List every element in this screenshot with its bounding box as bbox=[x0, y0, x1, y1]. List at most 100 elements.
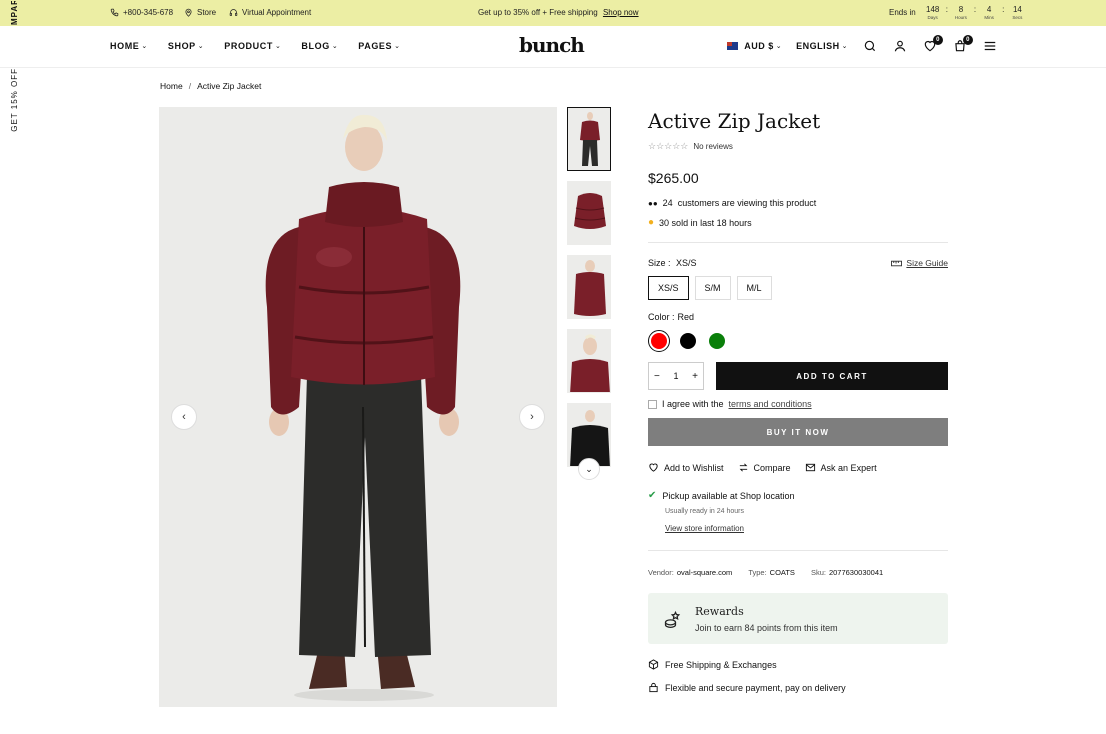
terms-link[interactable]: terms and conditions bbox=[729, 399, 812, 409]
main-nav: HOME ⌄ SHOP ⌄ PRODUCT ⌄ BLOG ⌄ PAGES ⌄ bbox=[110, 41, 401, 51]
breadcrumb-home[interactable]: Home bbox=[160, 81, 183, 91]
nav-pages[interactable]: PAGES ⌄ bbox=[358, 41, 400, 51]
site-header: HOME ⌄ SHOP ⌄ PRODUCT ⌄ BLOG ⌄ PAGES ⌄ bunch … bbox=[0, 26, 1106, 68]
compare-side-tab[interactable]: MPARE bbox=[10, 1, 19, 25]
chevron-down-icon: ⌄ bbox=[841, 43, 848, 50]
countdown-separator: : bbox=[973, 5, 977, 14]
size-options: XS/S S/M M/L bbox=[648, 276, 948, 300]
countdown-separator: : bbox=[1002, 5, 1005, 14]
jacket-front-thumbnail bbox=[568, 108, 610, 170]
ask-expert-button[interactable]: Ask an Expert bbox=[805, 462, 877, 473]
thumbnail-3[interactable] bbox=[567, 255, 611, 319]
countdown-separator: : bbox=[945, 5, 948, 14]
header-actions: AUD $ ⌄ ENGLISH ⌄ 0 0 bbox=[727, 35, 998, 54]
color-swatch-green[interactable] bbox=[706, 330, 728, 352]
terms-checkbox[interactable] bbox=[648, 399, 657, 409]
wishlist-button[interactable]: 0 bbox=[922, 35, 943, 54]
ruler-icon bbox=[891, 260, 903, 266]
headphones-icon bbox=[229, 9, 238, 16]
search-button[interactable] bbox=[862, 38, 878, 54]
appointment-link[interactable]: Virtual Appointment bbox=[229, 8, 311, 17]
product-info: Active Zip Jacket ☆☆☆☆☆ No reviews $265.… bbox=[648, 107, 948, 693]
menu-button[interactable] bbox=[982, 38, 998, 54]
chevron-down-icon: ⌄ bbox=[331, 43, 339, 50]
add-to-cart-button[interactable]: ADD TO CART bbox=[716, 362, 948, 390]
phone-number: +800-345-678 bbox=[123, 8, 174, 17]
view-store-info-link[interactable]: View store information bbox=[665, 524, 744, 533]
compare-button[interactable]: Compare bbox=[738, 462, 791, 473]
nav-blog[interactable]: BLOG ⌄ bbox=[301, 41, 338, 51]
eyes-icon: ●● bbox=[648, 198, 658, 208]
sku-info: Sku: 2077630030041 bbox=[810, 568, 884, 577]
nav-shop[interactable]: SHOP ⌄ bbox=[168, 41, 204, 51]
thumbnails-scroll-down-button[interactable]: ⌄ bbox=[578, 458, 600, 480]
discount-side-tab[interactable]: GET 15% OFF bbox=[10, 68, 19, 132]
compare-arrows-icon bbox=[739, 463, 747, 472]
product-main-image[interactable]: ‹ › bbox=[159, 107, 557, 707]
color-selected: Red bbox=[677, 312, 695, 322]
countdown-mins: 4 Mins bbox=[984, 5, 994, 20]
thumbnail-list bbox=[567, 107, 611, 477]
cart-button[interactable]: 0 bbox=[952, 35, 973, 54]
add-to-wishlist-button[interactable]: Add to Wishlist bbox=[648, 462, 724, 473]
viewing-count: 24 bbox=[662, 198, 673, 208]
increase-quantity-button[interactable]: + bbox=[692, 371, 698, 382]
viewing-text: customers are viewing this product bbox=[677, 198, 817, 208]
thumbnail-4[interactable] bbox=[567, 329, 611, 393]
quantity-value[interactable]: 1 bbox=[673, 371, 678, 381]
agree-text: I agree with the bbox=[662, 399, 724, 409]
previous-image-button[interactable]: ‹ bbox=[171, 404, 197, 430]
coins-icon bbox=[664, 610, 681, 628]
viewing-notice: ●● 24 customers are viewing this product bbox=[648, 198, 948, 208]
rewards-box[interactable]: Rewards Join to earn 84 points from this… bbox=[648, 593, 948, 644]
color-swatch-red[interactable] bbox=[648, 330, 670, 352]
language-selector[interactable]: ENGLISH ⌄ bbox=[796, 41, 848, 51]
size-guide-link[interactable]: Size Guide bbox=[891, 258, 948, 268]
promo-message: Get up to 35% off + Free shipping bbox=[478, 8, 598, 17]
countdown-days: 148 Days bbox=[926, 5, 940, 20]
type-value: COATS bbox=[769, 568, 795, 577]
next-image-button[interactable]: › bbox=[519, 404, 545, 430]
store-link[interactable]: Store bbox=[184, 8, 216, 17]
countdown-timer: Ends in 148 Days : 8 Hours : 4 Mins : 14… bbox=[889, 5, 1026, 21]
sold-text: 30 sold in last 18 hours bbox=[659, 217, 752, 228]
store-label: Store bbox=[197, 8, 217, 17]
chevron-right-icon: › bbox=[530, 411, 534, 423]
quantity-stepper: − 1 + bbox=[648, 362, 704, 390]
jacket-portrait-thumbnail bbox=[568, 330, 610, 392]
fire-icon: ● bbox=[648, 217, 655, 228]
size-option-xs-s[interactable]: XS/S bbox=[648, 276, 689, 300]
location-pin-icon bbox=[185, 8, 192, 17]
product-rating[interactable]: ☆☆☆☆☆ No reviews bbox=[648, 141, 948, 152]
site-logo[interactable]: bunch bbox=[519, 33, 585, 57]
size-selected: XS/S bbox=[676, 258, 697, 268]
size-option-m-l[interactable]: M/L bbox=[736, 276, 772, 300]
phone-link[interactable]: +800-345-678 bbox=[110, 8, 173, 17]
model-in-jacket-image bbox=[159, 107, 557, 707]
color-label: Color : bbox=[648, 312, 675, 322]
size-option-s-m[interactable]: S/M bbox=[694, 276, 731, 300]
color-swatch-black[interactable] bbox=[677, 330, 699, 352]
jacket-flat-thumbnail bbox=[568, 182, 610, 244]
cart-count-badge: 0 bbox=[963, 35, 973, 45]
account-button[interactable] bbox=[892, 38, 908, 54]
currency-selector[interactable]: AUD $ ⌄ bbox=[727, 41, 782, 51]
reviews-count: No reviews bbox=[693, 142, 733, 151]
nav-home[interactable]: HOME ⌄ bbox=[110, 41, 148, 51]
pickup-subtext: Usually ready in 24 hours bbox=[665, 508, 744, 515]
thumbnail-2[interactable] bbox=[567, 181, 611, 245]
sold-notice: ● 30 sold in last 18 hours bbox=[648, 217, 948, 228]
pickup-text: Pickup available at Shop location bbox=[662, 490, 795, 501]
decrease-quantity-button[interactable]: − bbox=[654, 371, 660, 382]
nav-product[interactable]: PRODUCT ⌄ bbox=[224, 41, 281, 51]
rewards-subtitle: Join to earn 84 points from this item bbox=[695, 622, 838, 633]
color-options bbox=[648, 330, 948, 352]
announcement-bar: +800-345-678 Store Virtual Appointment G… bbox=[0, 0, 1106, 26]
buy-now-button[interactable]: BUY IT NOW bbox=[648, 418, 948, 446]
pickup-availability: ✔ Pickup available at Shop location Usua… bbox=[648, 490, 948, 533]
lock-icon bbox=[649, 682, 658, 693]
box-icon bbox=[648, 659, 659, 670]
shop-now-link[interactable]: Shop now bbox=[603, 8, 639, 17]
product-price: $265.00 bbox=[648, 170, 699, 186]
thumbnail-1[interactable] bbox=[567, 107, 611, 171]
